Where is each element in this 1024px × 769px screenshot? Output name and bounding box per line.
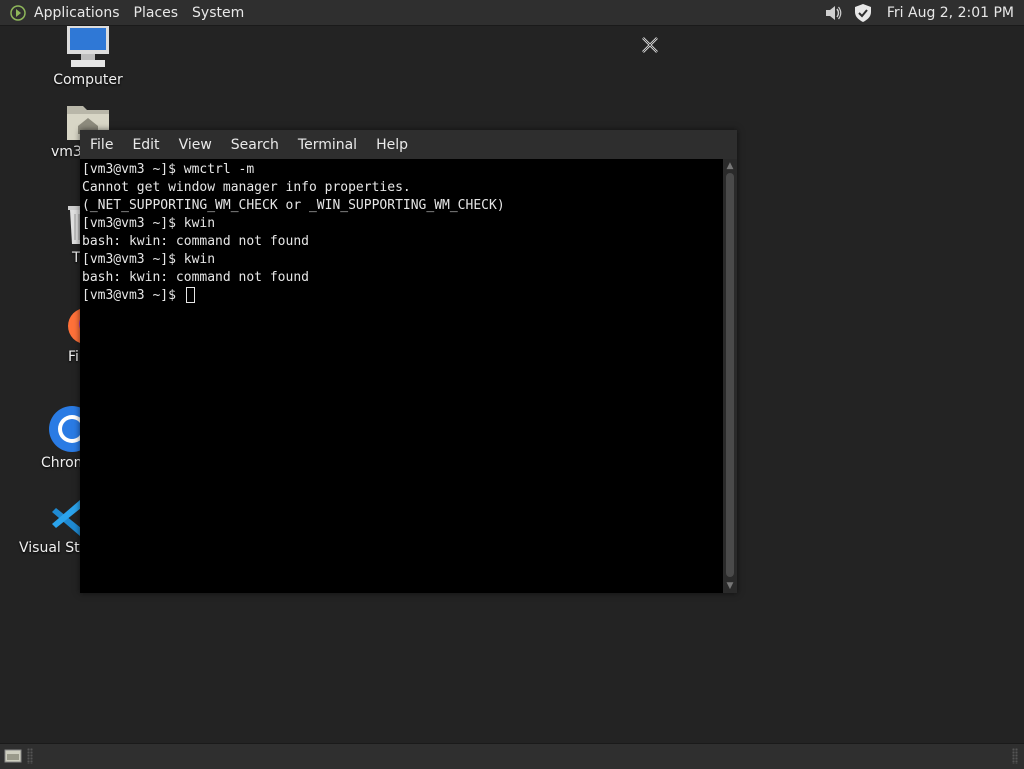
menu-help[interactable]: Help (376, 137, 408, 153)
terminal-prompt-line[interactable]: [vm3@vm3 ~]$ (82, 287, 723, 305)
scroll-thumb[interactable] (726, 173, 734, 577)
computer-icon (67, 26, 109, 67)
terminal-line: (_NET_SUPPORTING_WM_CHECK or _WIN_SUPPOR… (82, 198, 505, 213)
show-desktop-icon[interactable] (4, 748, 22, 764)
terminal-prompt: [vm3@vm3 ~]$ (82, 288, 184, 303)
menu-search[interactable]: Search (231, 137, 279, 153)
menu-file[interactable]: File (90, 137, 113, 153)
terminal-line: [vm3@vm3 ~]$ kwin (82, 216, 216, 231)
terminal-line: bash: kwin: command not found (82, 234, 309, 249)
terminal-menubar: File Edit View Search Terminal Help (80, 130, 737, 159)
terminal-line: [vm3@vm3 ~]$ wmctrl -m (82, 162, 255, 177)
clock[interactable]: Fri Aug 2, 2:01 PM (887, 5, 1014, 21)
scroll-down-arrow-icon[interactable]: ▼ (725, 581, 735, 591)
volume-icon[interactable] (823, 3, 843, 23)
terminal-line: Cannot get window manager info propertie… (82, 180, 411, 195)
top-panel: Applications Places System Fri Aug 2, 2:… (0, 0, 1024, 26)
desktop-icon-computer[interactable]: Computer (33, 26, 143, 88)
terminal-scrollbar[interactable]: ▲ ▼ (723, 159, 737, 593)
bottom-panel (0, 743, 1024, 769)
terminal-window[interactable]: File Edit View Search Terminal Help [vm3… (80, 130, 737, 593)
terminal-cursor (185, 287, 195, 303)
menu-view[interactable]: View (179, 137, 212, 153)
terminal-output[interactable]: [vm3@vm3 ~]$ wmctrl -m Cannot get window … (80, 159, 723, 593)
terminal-line: bash: kwin: command not found (82, 270, 309, 285)
scroll-up-arrow-icon[interactable]: ▲ (725, 161, 735, 171)
menu-terminal[interactable]: Terminal (298, 137, 357, 153)
shield-icon[interactable] (853, 3, 873, 23)
close-icon[interactable] (641, 36, 659, 54)
menu-system[interactable]: System (192, 5, 244, 21)
desktop-icon-label: Computer (53, 72, 123, 88)
terminal-line: [vm3@vm3 ~]$ kwin (82, 252, 216, 267)
menu-edit[interactable]: Edit (132, 137, 159, 153)
menu-places[interactable]: Places (134, 5, 179, 21)
panel-grip-right[interactable] (1012, 748, 1018, 764)
system-tray: Fri Aug 2, 2:01 PM (813, 0, 1014, 25)
applications-logo-icon[interactable] (10, 4, 26, 21)
menu-applications[interactable]: Applications (34, 5, 120, 21)
panel-grip-left[interactable] (27, 748, 33, 764)
